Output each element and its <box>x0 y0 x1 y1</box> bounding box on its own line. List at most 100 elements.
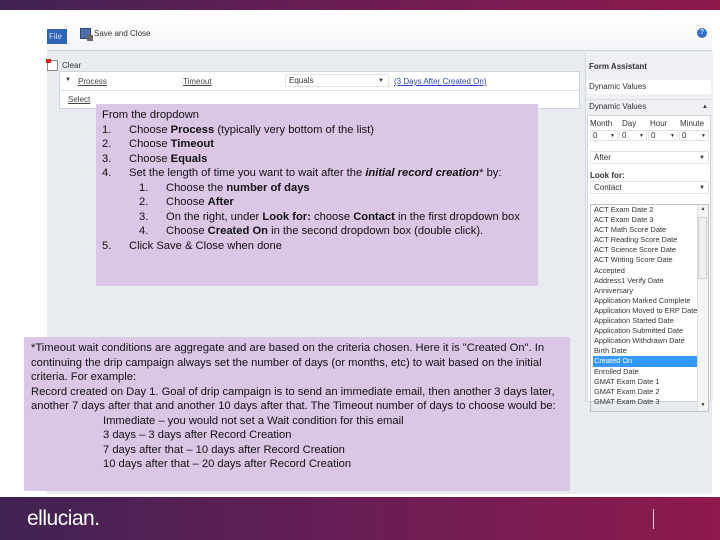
chevron-down-icon: ▼ <box>378 78 384 84</box>
example-line: 10 days after that – 20 days after Recor… <box>103 458 352 470</box>
look-for-label: Look for: <box>590 171 625 180</box>
field-list-item[interactable]: Application Marked Complete <box>594 296 700 306</box>
step-text: (typically very bottom of the list) <box>214 123 375 136</box>
month-dropdown[interactable]: 0 ▼ <box>590 130 618 141</box>
instruction-steps: 1. Choose Process (typically very bottom … <box>102 123 532 254</box>
step-text: Choose <box>129 152 171 165</box>
day-dropdown[interactable]: 0 ▼ <box>619 130 647 141</box>
field-list-item[interactable]: ACT Writing Score Date <box>594 255 700 265</box>
field-list-item[interactable]: GMAT Exam Date 3 <box>594 397 700 407</box>
field-list-item[interactable]: Enrolled Date <box>594 367 700 377</box>
entity-dropdown[interactable]: Contact ▼ <box>590 181 709 194</box>
instruction-step: 2. Choose Timeout <box>102 137 532 152</box>
minute-value: 0 <box>682 131 687 140</box>
hour-value: 0 <box>651 131 656 140</box>
entity-field-link[interactable]: Process <box>78 77 107 86</box>
file-tab[interactable]: File <box>47 29 67 44</box>
step-text: in the first dropdown box <box>394 210 520 223</box>
instruction-substep: 2. Choose After <box>102 195 532 210</box>
step-text: Choose <box>129 138 171 150</box>
condition-row: ▼ Process Timeout Equals ▼ (3 Days After… <box>60 72 579 91</box>
help-icon[interactable]: ? <box>697 28 707 38</box>
month-value: 0 <box>593 131 598 140</box>
hour-dropdown[interactable]: 0 ▼ <box>648 130 678 141</box>
field-list-item[interactable]: ACT Math Score Date <box>594 225 700 235</box>
step-emphasis: number of days <box>226 181 310 194</box>
dynamic-values-section: Month Day Hour Minute 0 ▼ 0 ▼ 0 ▼ 0 ▼ After … <box>587 115 711 412</box>
attribute-field-link[interactable]: Timeout <box>183 77 212 86</box>
select-link[interactable]: Select <box>68 95 90 104</box>
step-number: 2. <box>102 138 112 150</box>
field-list-item[interactable]: ACT Exam Date 3 <box>594 215 700 225</box>
step-emphasis: initial record creation <box>365 167 480 179</box>
field-list-item[interactable]: Application Started Date <box>594 316 700 326</box>
field-list-item[interactable]: Birth Date <box>594 346 700 356</box>
step-number: 5. <box>102 239 112 252</box>
substep-number: 3. <box>139 210 149 223</box>
relation-dropdown[interactable]: After ▼ <box>590 151 709 164</box>
step-text: Choose <box>166 196 208 208</box>
ellucian-logo: ellucian. <box>27 507 100 530</box>
step-text: Set the length of time you want to wait … <box>129 167 366 179</box>
instruction-substep: 1. Choose the number of days <box>102 181 532 196</box>
instructions-callout: From the dropdown 1. Choose Process (typi… <box>96 104 538 286</box>
value-link[interactable]: (3 Days After Created On) <box>394 77 486 86</box>
step-number: 1. <box>102 123 112 136</box>
step-emphasis: Look for: <box>262 210 311 223</box>
field-list-item[interactable]: Address1 Verify Date <box>594 276 700 286</box>
minute-dropdown[interactable]: 0 ▼ <box>679 130 709 141</box>
clear-button[interactable]: Clear <box>46 58 82 72</box>
step-text: Choose the <box>166 181 227 194</box>
field-list-item[interactable]: Application Submitted Date <box>594 326 700 336</box>
substep-number: 2. <box>139 196 149 208</box>
field-list-item[interactable]: GMAT Exam Date 1 <box>594 377 700 387</box>
field-list-item[interactable]: Created On <box>593 356 700 367</box>
timeout-note-callout: *Timeout wait conditions are aggregate a… <box>24 337 570 491</box>
step-number: 4. <box>102 167 112 179</box>
listbox-scrollbar[interactable]: ▲ ▼ <box>697 205 708 411</box>
field-list-item[interactable]: Anniversary <box>594 286 700 296</box>
expand-triangle-icon[interactable]: ▼ <box>65 77 71 83</box>
step-text: Click Save & Close when done <box>129 239 282 252</box>
substep-number: 4. <box>139 225 149 237</box>
form-assistant-panel: Form Assistant Dynamic Values Dynamic Va… <box>585 52 713 412</box>
instruction-substep: 4. Choose Created On in the second dropdo… <box>102 224 532 239</box>
instruction-step: 1. Choose Process (typically very bottom … <box>102 123 532 138</box>
chevron-down-icon: ▼ <box>699 155 705 161</box>
instruction-step: 5. Click Save & Close when done <box>102 239 532 254</box>
step-emphasis: Equals <box>170 152 208 165</box>
scroll-down-icon[interactable]: ▼ <box>699 402 707 410</box>
field-list-item[interactable]: ACT Reading Score Date <box>594 235 700 245</box>
field-list-item[interactable]: ACT Science Score Date <box>594 245 700 255</box>
step-emphasis: Timeout <box>170 138 214 150</box>
chevron-down-icon: ▼ <box>701 133 706 139</box>
step-number: 3. <box>102 152 112 165</box>
day-label: Day <box>622 119 637 128</box>
step-emphasis: Process <box>170 123 215 136</box>
step-text: choose <box>310 210 354 223</box>
scroll-thumb[interactable] <box>698 217 707 279</box>
scroll-up-icon[interactable]: ▲ <box>699 206 707 214</box>
save-and-close-button[interactable]: Save and Close <box>80 25 150 41</box>
field-listbox[interactable]: ACT Exam Date 2 ACT Exam Date 3 ACT Math S… <box>590 204 709 412</box>
footer-brand-bar: ellucian. <box>0 497 720 540</box>
step-text: Choose <box>166 225 208 237</box>
field-list-item[interactable]: Application Moved to ERP Date <box>594 306 700 316</box>
instructions-intro: From the dropdown <box>102 109 200 121</box>
dynamic-values-header[interactable]: Dynamic Values ▲ <box>587 99 711 113</box>
hour-label: Hour <box>650 119 668 128</box>
field-list-item[interactable]: Application Withdrawn Date <box>594 336 700 346</box>
operator-dropdown[interactable]: Equals ▼ <box>285 74 389 87</box>
chevron-down-icon: ▼ <box>639 133 644 139</box>
step-text: in the second dropdown box (double click… <box>267 225 484 237</box>
save-icon <box>80 27 93 41</box>
note-paragraph-1: *Timeout wait conditions are aggregate a… <box>31 342 545 383</box>
clear-label: Clear <box>62 60 82 70</box>
note-paragraph-2: Record created on Day 1. Goal of drip ca… <box>31 385 556 413</box>
dynamic-values-selector[interactable]: Dynamic Values <box>587 80 711 94</box>
field-list-item[interactable]: ACT Exam Date 2 <box>594 205 700 215</box>
field-list-item[interactable]: GMAT Exam Date 2 <box>594 387 700 397</box>
instruction-step: 3. Choose Equals <box>102 152 532 167</box>
field-list-item[interactable]: Accepted <box>594 266 700 276</box>
step-text: * by: <box>479 167 502 179</box>
